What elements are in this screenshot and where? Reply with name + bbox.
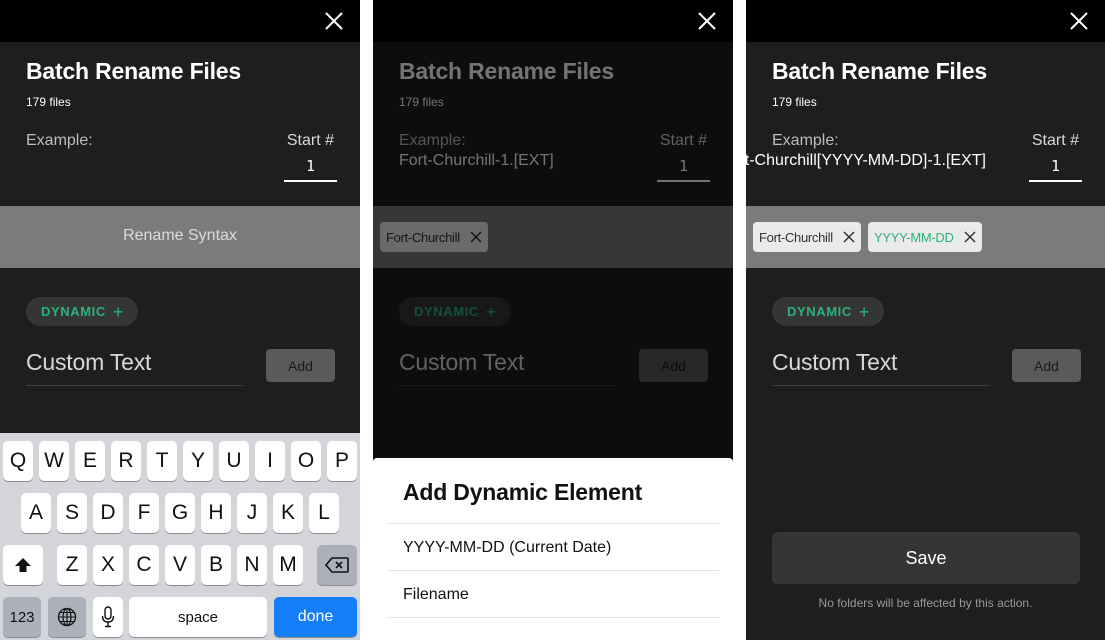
sheet-item-current-date[interactable]: YYYY-MM-DD (Current Date) (387, 525, 719, 571)
dynamic-label: DYNAMIC (41, 304, 106, 319)
key[interactable]: H (201, 493, 231, 533)
close-icon (964, 231, 976, 243)
custom-text-input[interactable]: Custom Text (26, 349, 243, 386)
key[interactable]: F (129, 493, 159, 533)
key[interactable]: I (255, 441, 285, 481)
close-button[interactable] (697, 11, 717, 31)
start-number-label: Start # (286, 132, 334, 149)
file-count: 179 files (26, 95, 71, 109)
dynamic-add-button[interactable]: DYNAMIC + (772, 297, 884, 326)
key[interactable]: J (237, 493, 267, 533)
plus-icon: + (858, 301, 870, 322)
screen-save-state: Batch Rename Files 179 files Example: Fo… (746, 0, 1105, 640)
divider (387, 523, 719, 524)
page-title: Batch Rename Files (772, 58, 987, 84)
add-button[interactable]: Add (1012, 349, 1081, 382)
close-button[interactable] (1069, 11, 1089, 31)
close-icon (325, 12, 343, 30)
globe-icon (57, 607, 77, 627)
key[interactable]: Z (57, 545, 87, 585)
key[interactable]: T (147, 441, 177, 481)
microphone-key[interactable] (93, 597, 123, 637)
start-number-label: Start # (1031, 132, 1079, 149)
divider (387, 570, 719, 571)
example-value-text: Fort-Churchill[YYYY-MM-DD]-1.[EXT] (746, 152, 986, 169)
custom-text-input[interactable]: Custom Text (772, 349, 989, 386)
key[interactable]: E (75, 441, 105, 481)
example-label: Example: (772, 132, 839, 149)
key[interactable]: N (237, 545, 267, 585)
start-number-input[interactable]: 1 (1029, 154, 1082, 182)
example-label: Example: (26, 132, 93, 149)
shift-key[interactable] (3, 545, 43, 585)
key[interactable]: W (39, 441, 69, 481)
key[interactable]: C (129, 545, 159, 585)
sheet-title: Add Dynamic Element (403, 479, 643, 505)
syntax-chip-dynamic[interactable]: YYYY-MM-DD (868, 222, 982, 252)
numbers-key[interactable]: 123 (3, 597, 41, 637)
file-count: 179 files (772, 95, 817, 109)
key[interactable]: G (165, 493, 195, 533)
key[interactable]: M (273, 545, 303, 585)
rename-syntax-bar: Fort-Churchill YYYY-MM-DD (746, 206, 1105, 268)
key[interactable]: Q (3, 441, 33, 481)
dynamic-label: DYNAMIC (787, 304, 852, 319)
remove-chip-button[interactable] (964, 231, 976, 243)
microphone-icon (101, 606, 115, 628)
add-button[interactable]: Add (266, 349, 335, 382)
on-screen-keyboard: Q W E R T Y U I O P A S D F G H J K L Z … (0, 433, 360, 640)
space-key[interactable]: space (129, 597, 267, 637)
close-icon (1070, 12, 1088, 30)
key[interactable]: A (21, 493, 51, 533)
key[interactable]: L (309, 493, 339, 533)
page-title: Batch Rename Files (26, 58, 241, 84)
key[interactable]: X (93, 545, 123, 585)
top-bar (746, 0, 1105, 42)
save-button[interactable]: Save (772, 532, 1080, 584)
shift-icon (15, 558, 31, 572)
close-icon (698, 12, 716, 30)
screen-dynamic-sheet-state: Batch Rename Files 179 files Example: Fo… (373, 0, 733, 640)
key[interactable]: V (165, 545, 195, 585)
syntax-chip-label: YYYY-MM-DD (874, 229, 954, 245)
key[interactable]: P (327, 441, 357, 481)
syntax-chip-label: Fort-Churchill (759, 229, 833, 245)
screen-keyboard-state: Batch Rename Files 179 files Example: St… (0, 0, 360, 640)
plus-icon: + (112, 301, 124, 322)
backspace-icon (325, 557, 349, 573)
example-value: Fort-Churchill[YYYY-MM-DD]-1.[EXT] (746, 152, 986, 170)
divider (387, 617, 719, 618)
key[interactable]: B (201, 545, 231, 585)
done-key[interactable]: done (274, 597, 357, 637)
key[interactable]: S (57, 493, 87, 533)
close-button[interactable] (324, 11, 344, 31)
add-dynamic-element-sheet: Add Dynamic Element YYYY-MM-DD (Current … (373, 458, 733, 640)
key[interactable]: K (273, 493, 303, 533)
key[interactable]: R (111, 441, 141, 481)
backspace-key[interactable] (317, 545, 357, 585)
save-note: No folders will be affected by this acti… (818, 596, 1033, 610)
globe-key[interactable] (48, 597, 86, 637)
key[interactable]: U (219, 441, 249, 481)
rename-syntax-placeholder: Rename Syntax (123, 227, 237, 244)
rename-syntax-bar: Rename Syntax (0, 206, 360, 268)
start-number-input[interactable]: 1 (284, 154, 337, 182)
sheet-item-filename[interactable]: Filename (387, 572, 719, 618)
remove-chip-button[interactable] (843, 231, 855, 243)
key[interactable]: Y (183, 441, 213, 481)
key[interactable]: D (93, 493, 123, 533)
top-bar (0, 0, 360, 42)
dynamic-add-button[interactable]: DYNAMIC + (26, 297, 138, 326)
syntax-chip[interactable]: Fort-Churchill (753, 222, 861, 252)
key[interactable]: O (291, 441, 321, 481)
close-icon (843, 231, 855, 243)
